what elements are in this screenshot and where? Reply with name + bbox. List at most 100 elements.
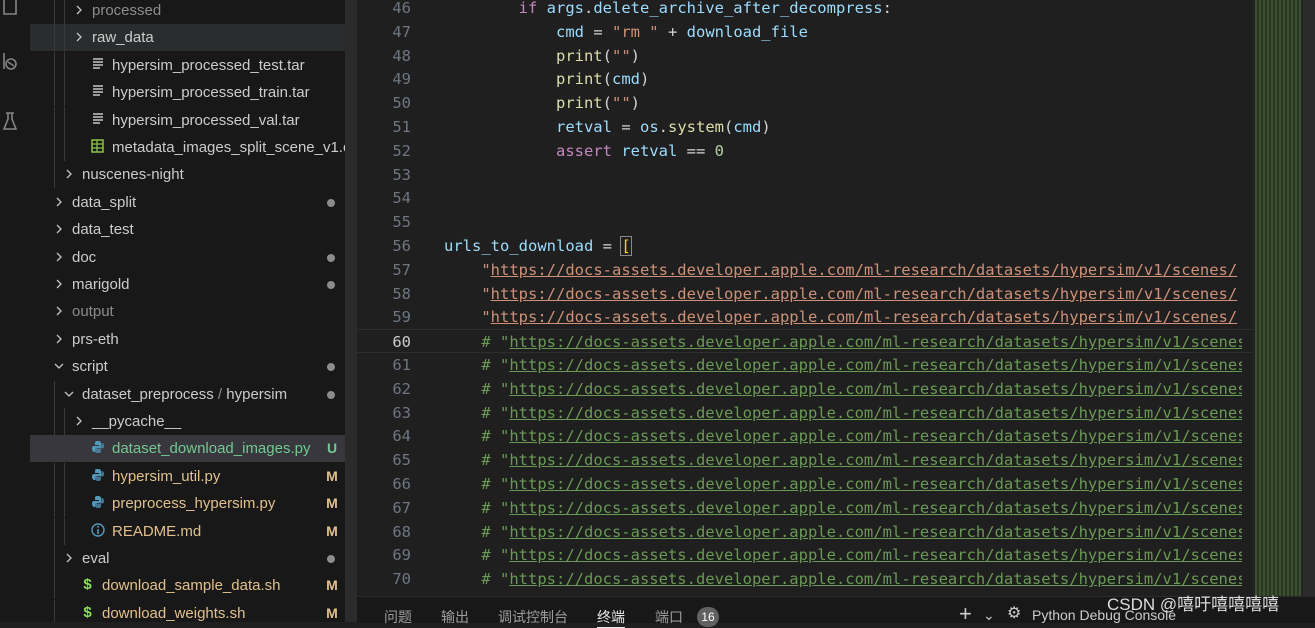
line-number: 51 — [392, 118, 411, 136]
file-hypersim-processed-val[interactable]: hypersim_processed_val.tar — [30, 106, 357, 134]
code-line[interactable]: 57 "https://docs-assets.developer.apple.… — [357, 258, 1315, 282]
folder-dataset-preprocess-hypersim[interactable]: dataset_preprocess / hypersim — [30, 380, 357, 408]
code-token: == — [677, 141, 715, 160]
editor-scrollbar[interactable] — [1303, 0, 1315, 596]
folder-data-split[interactable]: data_split — [30, 189, 357, 216]
code-line[interactable]: 70 # "https://docs-assets.developer.appl… — [357, 567, 1315, 591]
git-status-badge: M — [326, 577, 338, 594]
folder-processed[interactable]: processed — [30, 0, 357, 24]
explorer-icon[interactable] — [2, 0, 20, 18]
folder-raw-data[interactable]: raw_data — [30, 24, 357, 52]
folder-marigold[interactable]: marigold — [30, 271, 357, 298]
new-terminal-button[interactable]: + — [959, 601, 972, 627]
code-line[interactable]: 48 print("") — [357, 44, 1315, 68]
run-debug-icon[interactable] — [2, 52, 20, 70]
file-hypersim-processed-train[interactable]: hypersim_processed_train.tar — [30, 79, 357, 107]
code-text: # "https://docs-assets.developer.apple.c… — [444, 377, 1242, 401]
activity-bar — [0, 0, 30, 622]
code-line[interactable]: 67 # "https://docs-assets.developer.appl… — [357, 496, 1315, 520]
code-token: https://docs-assets.developer.apple.com/… — [490, 284, 1238, 303]
code-line[interactable]: 56 urls_to_download = [ — [357, 234, 1315, 258]
code-text: "https://docs-assets.developer.apple.com… — [444, 258, 1242, 282]
code-token: # " — [444, 403, 510, 422]
code-token: = — [611, 118, 640, 136]
folder-prs-eth[interactable]: prs-eth — [30, 326, 357, 353]
code-line[interactable]: 66 # "https://docs-assets.developer.appl… — [357, 472, 1315, 496]
code-token: . — [583, 0, 594, 17]
code-token: " — [444, 260, 491, 279]
code-token: ) — [630, 46, 640, 65]
code-line[interactable]: 62 # "https://docs-assets.developer.appl… — [357, 377, 1315, 401]
code-token: https://docs-assets.developer.apple.com/… — [509, 379, 1242, 398]
file-readme[interactable]: README.md M — [30, 517, 357, 545]
file-preprocess-hypersim[interactable]: preprocess_hypersim.py M — [30, 490, 357, 518]
folder-pycache[interactable]: __pycache__ — [30, 408, 357, 435]
code-line[interactable]: 54 — [357, 186, 1315, 210]
indent-guide — [64, 517, 65, 545]
code-line[interactable]: 51 retval = os.system(cmd) — [357, 115, 1315, 139]
indent-guide — [54, 517, 55, 545]
code-line[interactable]: 68 # "https://docs-assets.developer.appl… — [357, 520, 1315, 544]
line-number: 58 — [392, 284, 411, 303]
line-number: 69 — [392, 546, 411, 565]
folder-output[interactable]: output — [30, 298, 357, 325]
code-editor[interactable]: 46 if args.delete_archive_after_decompre… — [357, 0, 1315, 596]
code-token: ) — [630, 94, 640, 113]
chevron-right-icon — [56, 252, 62, 262]
file-download-sample-data[interactable]: $ download_sample_data.sh M — [30, 572, 357, 600]
indent-guide — [64, 79, 65, 107]
code-line[interactable]: 53 — [357, 163, 1315, 187]
code-token: ( — [602, 70, 612, 89]
code-line[interactable]: 64 # "https://docs-assets.developer.appl… — [357, 424, 1315, 448]
file-metadata-csv[interactable]: metadata_images_split_scene_v1.csv — [30, 134, 357, 161]
code-line[interactable]: 63 # "https://docs-assets.developer.appl… — [357, 401, 1315, 425]
file-hypersim-util[interactable]: hypersim_util.py M — [30, 462, 357, 490]
tab-ports[interactable]: 端口 — [655, 607, 683, 627]
line-number: 65 — [392, 451, 411, 470]
code-token: ( — [602, 94, 612, 113]
code-line[interactable]: 52 assert retval == 0 — [357, 139, 1315, 163]
code-line[interactable]: 65 # "https://docs-assets.developer.appl… — [357, 448, 1315, 472]
code-line[interactable]: 47 cmd = "rm " + download_file — [357, 20, 1315, 44]
tree-item-label: dataset_download_images.py — [112, 440, 311, 458]
folder-script[interactable]: script — [30, 353, 357, 380]
code-text: print("") — [444, 91, 1242, 115]
tab-debug-console[interactable]: 调试控制台 — [498, 607, 568, 627]
code-line[interactable]: 55 — [357, 210, 1315, 234]
code-token: https://docs-assets.developer.apple.com/… — [490, 260, 1238, 279]
terminal-dropdown-icon[interactable]: ⌄ — [983, 607, 995, 624]
code-line[interactable]: 69 # "https://docs-assets.developer.appl… — [357, 543, 1315, 567]
code-line[interactable]: 59 "https://docs-assets.developer.apple.… — [357, 305, 1315, 329]
indent-guide — [54, 380, 55, 408]
folder-eval[interactable]: eval — [30, 545, 357, 572]
file-dataset-download-images[interactable]: dataset_download_images.py U — [30, 435, 357, 463]
code-text: # "https://docs-assets.developer.apple.c… — [444, 520, 1242, 544]
code-line[interactable]: 49 print(cmd) — [357, 67, 1315, 91]
folder-nuscenes-night[interactable]: nuscenes-night — [30, 161, 357, 189]
code-line[interactable]: 46 if args.delete_archive_after_decompre… — [357, 0, 1315, 20]
tab-terminal[interactable]: 终端 — [597, 607, 625, 628]
code-token: " — [444, 308, 491, 327]
explorer-scrollbar[interactable] — [345, 0, 357, 622]
tab-problems[interactable]: 问题 — [384, 607, 412, 627]
ports-count-badge: 16 — [697, 607, 719, 627]
code-line[interactable]: 50 print("") — [357, 91, 1315, 115]
indent-guide — [64, 134, 65, 161]
file-download-weights[interactable]: $ download_weights.sh M — [30, 599, 357, 622]
testing-icon[interactable] — [2, 112, 20, 130]
folder-data-test[interactable]: data_test — [30, 216, 357, 243]
code-token: ) — [761, 118, 771, 136]
code-line[interactable]: 61 # "https://docs-assets.developer.appl… — [357, 353, 1315, 377]
file-hypersim-processed-test[interactable]: hypersim_processed_test.tar — [30, 51, 357, 79]
path-separator: / — [213, 385, 227, 403]
code-line[interactable]: 60 # "https://docs-assets.developer.appl… — [357, 329, 1315, 354]
code-line[interactable]: 58 "https://docs-assets.developer.apple.… — [357, 282, 1315, 306]
indent-guide — [54, 79, 55, 107]
folder-doc[interactable]: doc — [30, 244, 357, 271]
debug-gear-icon: ⚙ — [1007, 605, 1022, 622]
indent-guide — [54, 161, 55, 189]
code-text: "https://docs-assets.developer.apple.com… — [444, 305, 1242, 329]
code-token: https://docs-assets.developer.apple.com/… — [509, 427, 1242, 446]
indent-guide — [54, 408, 55, 435]
tab-output[interactable]: 输出 — [441, 607, 469, 627]
